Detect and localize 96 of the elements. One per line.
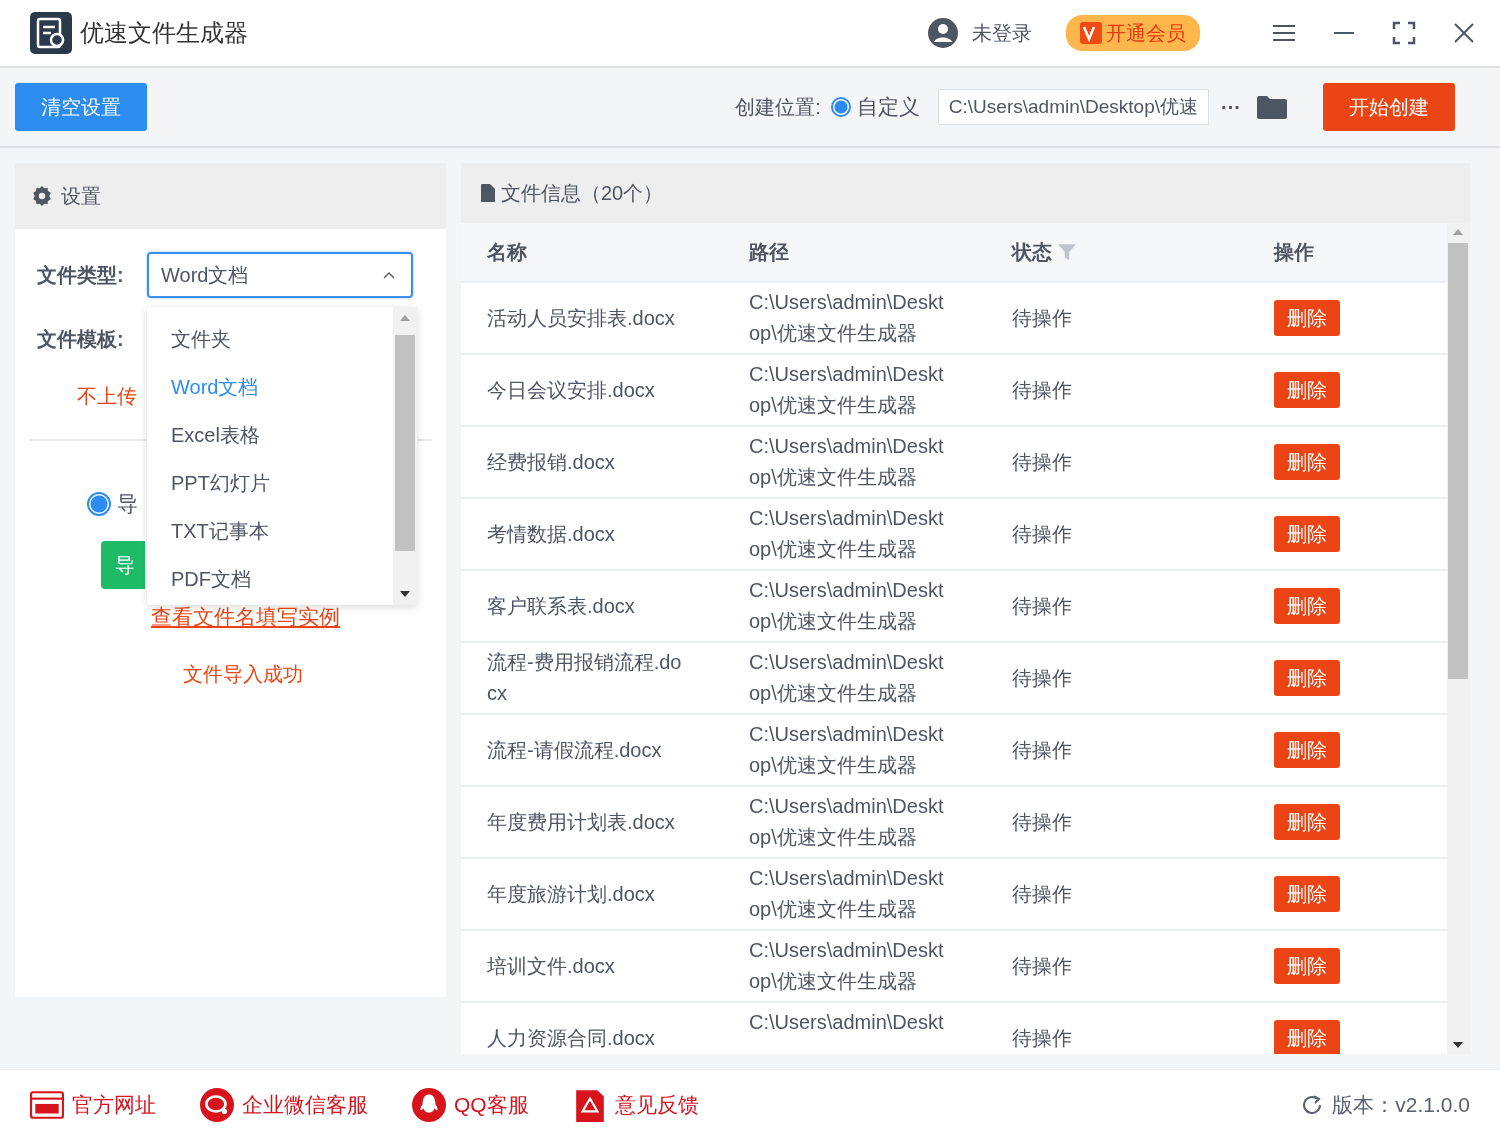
user-icon[interactable]: [928, 18, 958, 48]
version-text: 版本：v2.1.0.0: [1332, 1092, 1470, 1118]
dropdown-option[interactable]: PDF文档: [147, 555, 393, 603]
table-cell-text: 待操作: [1012, 809, 1072, 835]
file-icon: [481, 184, 495, 202]
scroll-down-icon[interactable]: [400, 591, 410, 597]
close-icon[interactable]: [1452, 21, 1476, 45]
table-cell-text: 客户联系表.docx: [487, 593, 635, 619]
clear-settings-button[interactable]: 清空设置: [15, 83, 147, 131]
app-logo-icon: [30, 12, 72, 54]
footer-link[interactable]: 意见反馈: [614, 1091, 699, 1119]
table-cell-text: 待操作: [1012, 953, 1072, 979]
table-cell-text: C:\Users\admin\Deskt op\优速文件生成器: [749, 578, 944, 634]
table-cell-text: C:\Users\admin\Deskt op\优速文件生成器: [749, 650, 944, 706]
column-header: 名称: [487, 239, 527, 265]
folder-icon[interactable]: [1257, 95, 1287, 119]
more-button[interactable]: ···: [1221, 95, 1241, 119]
start-create-button[interactable]: 开始创建: [1323, 83, 1455, 131]
table-cell-text: 待操作: [1012, 593, 1072, 619]
delete-button[interactable]: 删除: [1274, 732, 1340, 768]
website-icon: [30, 1088, 64, 1122]
table-cell-text: C:\Users\admin\Deskt: [749, 1010, 944, 1035]
column-header: 状态: [1012, 239, 1052, 265]
chevron-icon: [383, 271, 395, 279]
vip-button[interactable]: 开通会员: [1066, 15, 1200, 51]
table-cell-text: 流程-请假流程.docx: [487, 737, 662, 763]
window-title: 优速文件生成器: [80, 18, 248, 48]
table-cell-text: 待操作: [1012, 305, 1072, 331]
table-cell-text: 年度费用计划表.docx: [487, 809, 675, 835]
delete-button[interactable]: 删除: [1274, 804, 1340, 840]
path-field[interactable]: C:\Users\admin\Desktop\优速: [937, 89, 1209, 125]
dropdown-option[interactable]: TXT记事本: [147, 507, 393, 555]
column-header: 路径: [749, 239, 789, 265]
table-cell-text: C:\Users\admin\Deskt op\优速文件生成器: [749, 362, 944, 418]
dropdown-option[interactable]: Word文档: [147, 363, 393, 411]
chat-icon: [200, 1088, 234, 1122]
table-cell-text: C:\Users\admin\Deskt op\优速文件生成器: [749, 938, 944, 994]
import-radio[interactable]: [87, 492, 111, 516]
table-cell-text: C:\Users\admin\Deskt op\优速文件生成器: [749, 794, 944, 850]
table-cell-text: 待操作: [1012, 881, 1072, 907]
delete-button[interactable]: 删除: [1274, 372, 1340, 408]
table-cell-text: 活动人员安排表.docx: [487, 305, 675, 331]
success-message: 文件导入成功: [183, 663, 303, 685]
settings-icon: [31, 185, 53, 207]
login-link[interactable]: 未登录: [972, 19, 1032, 47]
scrollbar[interactable]: [393, 307, 417, 605]
column-header: 操作: [1274, 239, 1314, 265]
dropdown-option[interactable]: 文件夹: [147, 315, 393, 363]
radio-button[interactable]: [830, 97, 851, 117]
delete-button[interactable]: 删除: [1274, 444, 1340, 480]
table-cell-text: 人力资源合同.docx: [487, 1025, 655, 1051]
delete-button[interactable]: 删除: [1274, 588, 1340, 624]
table-cell-text: 年度旅游计划.docx: [487, 881, 655, 907]
file-type-label: 文件类型:: [37, 262, 125, 288]
table-cell-text: 经费报销.docx: [487, 449, 615, 475]
dropdown-option[interactable]: PPT幻灯片: [147, 459, 393, 507]
example-link[interactable]: 查看文件名填写实例: [151, 605, 340, 628]
delete-button[interactable]: 删除: [1274, 300, 1340, 336]
file-type-select[interactable]: Word文档: [147, 252, 413, 298]
delete-button[interactable]: 删除: [1274, 876, 1340, 912]
no-upload-text: 不上传: [77, 385, 137, 407]
import-button[interactable]: 导: [101, 541, 145, 589]
table-cell-text: 流程-费用报销流程.do cx: [487, 650, 682, 706]
maximize-icon[interactable]: [1392, 21, 1416, 45]
table-cell-text: C:\Users\admin\Deskt op\优速文件生成器: [749, 434, 944, 490]
panel-title: 设置: [61, 183, 101, 209]
table-cell-text: 考情数据.docx: [487, 521, 615, 547]
dropdown-option[interactable]: Excel表格: [147, 411, 393, 459]
table-cell-text: C:\Users\admin\Deskt op\优速文件生成器: [749, 506, 944, 562]
delete-button[interactable]: 删除: [1274, 660, 1340, 696]
radio-label[interactable]: 自定义: [856, 93, 920, 121]
table-cell-text: 今日会议安排.docx: [487, 377, 655, 403]
scrollbar[interactable]: [1447, 223, 1469, 1054]
import-radio-label[interactable]: 导: [117, 490, 138, 518]
location-label: 创建位置:: [735, 94, 821, 120]
footer-link[interactable]: 企业微信客服: [242, 1091, 368, 1119]
table-cell-text: 待操作: [1012, 665, 1072, 691]
delete-button[interactable]: 删除: [1274, 516, 1340, 552]
table-cell-text: 待操作: [1012, 521, 1072, 547]
vip-icon: [1080, 22, 1102, 44]
table-cell-text: C:\Users\admin\Deskt op\优速文件生成器: [749, 290, 944, 346]
scroll-down-icon[interactable]: [1453, 1042, 1463, 1048]
table-cell-text: 培训文件.docx: [487, 953, 615, 979]
table-cell-text: C:\Users\admin\Deskt op\优速文件生成器: [749, 722, 944, 778]
file-template-label: 文件模板:: [37, 326, 125, 352]
footer-link[interactable]: QQ客服: [454, 1091, 529, 1119]
footer-link[interactable]: 官方网址: [72, 1091, 156, 1119]
table-cell-text: 待操作: [1012, 377, 1072, 403]
delete-button[interactable]: 删除: [1274, 948, 1340, 984]
delete-button[interactable]: 删除: [1274, 1020, 1340, 1054]
table-cell-text: 待操作: [1012, 449, 1072, 475]
table-cell-text: C:\Users\admin\Deskt op\优速文件生成器: [749, 866, 944, 922]
table-cell-text: 待操作: [1012, 737, 1072, 763]
table-cell-text: 待操作: [1012, 1025, 1072, 1051]
panel-title: 文件信息（20个）: [501, 180, 664, 206]
penguin-icon: [412, 1088, 446, 1122]
